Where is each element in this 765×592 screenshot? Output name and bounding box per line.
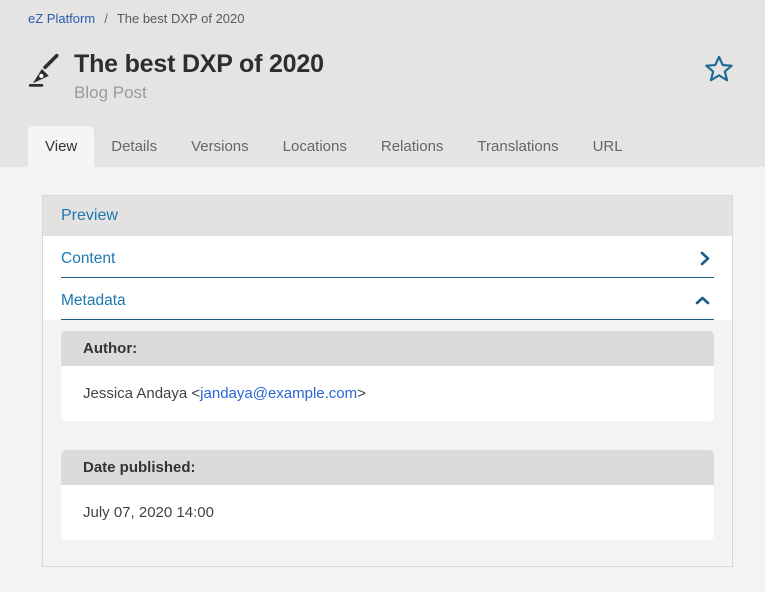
title-texts: The best DXP of 2020 Blog Post bbox=[74, 50, 324, 103]
field-author-value: Jessica Andaya <jandaya@example.com> bbox=[61, 366, 714, 421]
tab-bar: View Details Versions Locations Relation… bbox=[0, 126, 765, 167]
breadcrumb-current: The best DXP of 2020 bbox=[117, 11, 245, 26]
field-date-published: Date published: July 07, 2020 14:00 bbox=[61, 450, 714, 540]
accordion-content-label: Content bbox=[61, 250, 115, 268]
page-title: The best DXP of 2020 bbox=[74, 50, 324, 79]
field-author-label: Author: bbox=[61, 331, 714, 366]
author-suffix: > bbox=[357, 385, 366, 402]
page-header: eZ Platform / The best DXP of 2020 The bes… bbox=[0, 0, 765, 167]
field-date-published-value: July 07, 2020 14:00 bbox=[61, 485, 714, 540]
tab-url[interactable]: URL bbox=[576, 126, 640, 167]
tab-details[interactable]: Details bbox=[94, 126, 174, 167]
preview-section-header: Preview bbox=[43, 196, 732, 236]
tab-relations[interactable]: Relations bbox=[364, 126, 461, 167]
tab-view[interactable]: View bbox=[28, 126, 94, 167]
breadcrumb: eZ Platform / The best DXP of 2020 bbox=[0, 9, 765, 29]
title-row: The best DXP of 2020 Blog Post bbox=[26, 50, 740, 103]
chevron-right-icon bbox=[700, 251, 710, 266]
tab-locations[interactable]: Locations bbox=[266, 126, 364, 167]
author-email-link[interactable]: jandaya@example.com bbox=[200, 385, 357, 402]
accordion-content-toggle[interactable]: Content bbox=[61, 236, 714, 278]
pen-icon bbox=[26, 52, 62, 93]
tab-versions[interactable]: Versions bbox=[174, 126, 266, 167]
content-type-label: Blog Post bbox=[74, 83, 324, 103]
preview-panel: Preview Content Metadata Author: Jessica… bbox=[42, 195, 733, 567]
star-icon bbox=[704, 72, 734, 87]
accordion-metadata-toggle[interactable]: Metadata bbox=[61, 278, 714, 320]
field-author: Author: Jessica Andaya <jandaya@example.… bbox=[61, 331, 714, 421]
metadata-content: Author: Jessica Andaya <jandaya@example.… bbox=[43, 320, 732, 566]
author-name: Jessica Andaya < bbox=[83, 385, 200, 402]
breadcrumb-separator: / bbox=[104, 11, 108, 26]
chevron-up-icon bbox=[695, 296, 710, 305]
bookmark-button[interactable] bbox=[704, 54, 734, 84]
field-date-published-label: Date published: bbox=[61, 450, 714, 485]
tab-translations[interactable]: Translations bbox=[460, 126, 575, 167]
accordion-metadata-label: Metadata bbox=[61, 292, 126, 310]
breadcrumb-root-link[interactable]: eZ Platform bbox=[28, 11, 95, 26]
